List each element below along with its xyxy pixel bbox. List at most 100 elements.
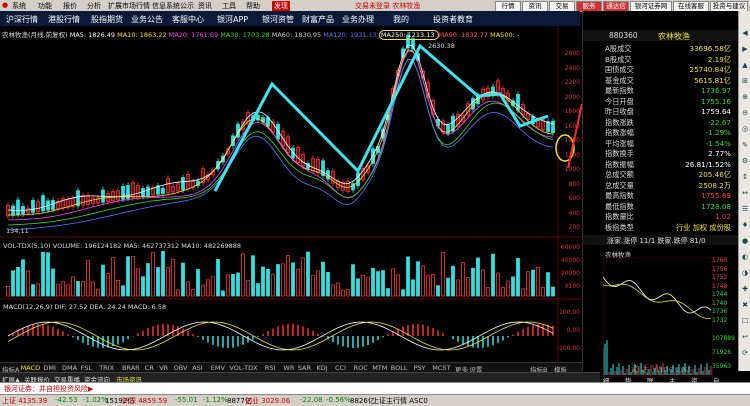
side-toolbar-icon[interactable]: ⊞: [740, 77, 750, 85]
indicator-tab[interactable]: BRAR: [122, 364, 140, 372]
tab-wealth[interactable]: 财富产品: [302, 14, 334, 25]
indicator-tab[interactable]: TRIX: [99, 364, 114, 372]
menu-item-ext-market[interactable]: 扩展市场行情: [108, 1, 150, 11]
kline-chart[interactable]: [0, 26, 582, 370]
side-toolbar-icon[interactable]: ▲: [740, 61, 750, 69]
indicator-tab[interactable]: WR: [283, 364, 294, 372]
high-price-label: 2630.38: [428, 42, 455, 50]
intraday-mini-chart[interactable]: [603, 257, 713, 377]
panel-row-value: 1728.08: [701, 201, 731, 211]
tab-hk[interactable]: 港股行情: [48, 14, 80, 25]
volume-bar: [91, 281, 95, 297]
tab-yinhe-app[interactable]: 银河APP: [217, 14, 248, 25]
status-bar: 上证 4135.39 -42.53 -1.02% 15192亿 沪深 4859.59 -5…: [0, 394, 750, 406]
mini-tick: 71926: [712, 349, 732, 356]
panel-row: 最高指数 1755.69: [585, 191, 735, 200]
side-toolbar-icon[interactable]: ⊖: [740, 109, 750, 117]
indicator-tab[interactable]: VR: [159, 364, 168, 372]
indicator-tab[interactable]: VOL-TDX: [229, 364, 257, 372]
indicator-tab[interactable]: KDJ: [316, 364, 327, 372]
news-text[interactable]: 银河证券：并自担投资风险▶: [4, 384, 93, 394]
indicator-tab[interactable]: RSI: [265, 364, 276, 372]
volume-bar: [246, 279, 250, 297]
side-toolbar-icon[interactable]: ●: [740, 237, 750, 245]
macd-axis: 100.00 0.00 -100.00: [555, 301, 582, 371]
mini-tick: 1736: [712, 308, 728, 315]
side-toolbar[interactable]: ◀ ▶ ▲ ⊞ ⊕ ⊖ ◎ ✎ ⚙ ↕ ↔ ☰ ♦ ● ◐ ◑ ✚ ✖ ☐ ↩ ⟳: [738, 11, 750, 371]
volume-bar: [401, 289, 405, 297]
side-toolbar-icon[interactable]: ⊕: [740, 93, 750, 101]
status-item: -42.53: [55, 396, 78, 404]
menu-item-analysis[interactable]: 分析: [87, 1, 101, 11]
side-toolbar-icon[interactable]: ☰: [740, 205, 750, 213]
candle-body: [51, 200, 55, 210]
tab-mine[interactable]: 我的: [393, 14, 409, 25]
chart-area[interactable]: 农林牧渔(月线,前复权) MA5: 1826.49 MA10: 1863.22 …: [0, 26, 582, 370]
indicator-tab[interactable]: SAR: [298, 364, 311, 372]
tab-futures[interactable]: 股指期货: [91, 14, 123, 25]
side-toolbar-icon[interactable]: ✖: [740, 301, 750, 309]
tab-announcement[interactable]: 业务公告: [131, 14, 163, 25]
tab-business[interactable]: 业务办理: [342, 14, 374, 25]
candle-body: [181, 177, 185, 191]
menu-item-help[interactable]: 帮助: [246, 1, 260, 11]
news-bar[interactable]: 银河证券：并自担投资风险▶: [0, 382, 750, 394]
panel-row: 今日开盘 1755.16: [585, 97, 735, 106]
indicator-tab[interactable]: ASI: [192, 364, 203, 372]
volume-bar: [356, 278, 360, 297]
volume-bar: [476, 257, 480, 297]
volume-legend: VOL-TDX(5,10) VOLUME: 196124182 MA5: 462…: [3, 242, 242, 250]
indicator-tab[interactable]: DMI: [43, 364, 56, 372]
volume-bar: [316, 270, 320, 297]
tab-investor-edu[interactable]: 投资者教育: [433, 14, 473, 25]
panel-row: A股成交 33696.58亿: [585, 44, 735, 53]
indicator-tab[interactable]: MTM: [372, 364, 387, 372]
side-toolbar-icon[interactable]: ✎: [740, 141, 750, 149]
indicator-tab[interactable]: OBV: [174, 364, 188, 372]
menu-item-news[interactable]: 资讯: [198, 1, 212, 11]
indicator-tab[interactable]: FSL: [81, 364, 92, 372]
side-toolbar-icon[interactable]: ✚: [740, 285, 750, 293]
side-toolbar-icon[interactable]: ◑: [740, 269, 750, 277]
indicator-tab[interactable]: CR: [145, 364, 154, 372]
side-toolbar-icon[interactable]: ↕: [740, 173, 750, 181]
side-toolbar-icon[interactable]: ☐: [740, 317, 750, 325]
tab-hushen[interactable]: 沪深行情: [6, 14, 38, 25]
side-toolbar-icon[interactable]: ⟳: [740, 349, 750, 357]
side-toolbar-icon[interactable]: ◐: [740, 253, 750, 261]
tab-service-center[interactable]: 客服中心: [172, 14, 204, 25]
volume-bar: [281, 263, 285, 297]
side-toolbar-icon[interactable]: ♦: [740, 221, 750, 229]
menu-item-system[interactable]: 系统: [12, 1, 26, 11]
side-toolbar-icon[interactable]: ◀: [740, 29, 750, 37]
indicator-tab[interactable]: CCI: [335, 364, 346, 372]
ma-line: [8, 49, 554, 216]
side-toolbar-icon[interactable]: ↔: [740, 189, 750, 197]
panel-row-label: 指数振幅: [605, 159, 634, 169]
side-toolbar-icon[interactable]: ◎: [740, 125, 750, 133]
menu-item-info-system[interactable]: 信息系统公示: [152, 1, 194, 11]
indicator-tab[interactable]: BOLL: [391, 364, 408, 372]
price-tick: 1800: [564, 108, 580, 115]
volume-bar: [186, 281, 190, 297]
indicator-tab[interactable]: MACD: [21, 364, 40, 372]
panel-row-label: 板指类型: [605, 222, 634, 232]
menu-item-discover[interactable]: 发现: [272, 1, 290, 11]
indicator-tab[interactable]: MCST: [432, 364, 450, 372]
panel-row-label: 昨日收盘: [605, 107, 634, 116]
volume-tick: 20000: [560, 270, 580, 277]
side-toolbar-icon[interactable]: ↩: [740, 333, 750, 341]
indicator-tab[interactable]: EMV: [211, 364, 225, 372]
menu-item-function[interactable]: 功能: [38, 1, 52, 11]
price-tick: 1600: [564, 122, 580, 130]
menu-item-tools[interactable]: 工具: [222, 1, 236, 11]
indicator-tab[interactable]: DMA: [62, 364, 77, 372]
side-toolbar-icon[interactable]: ▶: [740, 45, 750, 53]
volume-bar: [136, 268, 140, 297]
side-toolbar-icon[interactable]: ⚙: [740, 157, 750, 165]
mini-avg-line: [603, 283, 712, 320]
menu-item-quote[interactable]: 报价: [63, 1, 77, 11]
indicator-tab[interactable]: ROC: [354, 364, 368, 372]
indicator-tab[interactable]: PSY: [414, 364, 426, 372]
tab-asset-mgmt[interactable]: 银河资管: [262, 14, 294, 25]
